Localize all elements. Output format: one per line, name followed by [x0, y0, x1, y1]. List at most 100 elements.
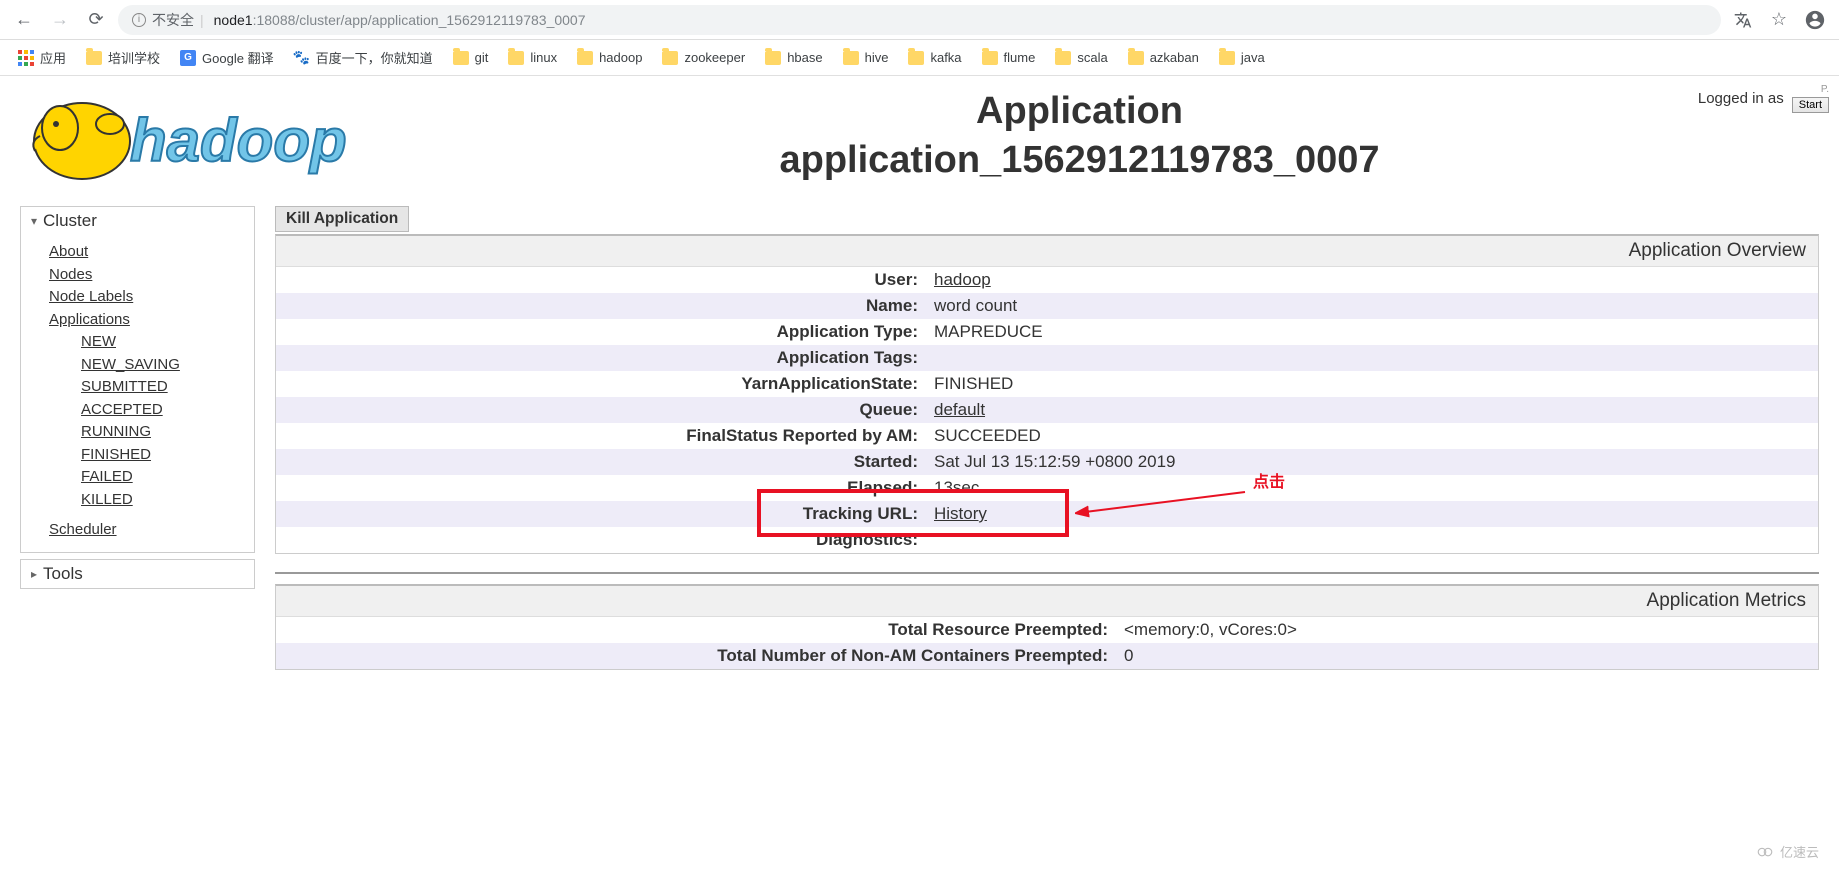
folder-icon — [982, 51, 998, 65]
url-bar[interactable]: i 不安全 | node1:18088/cluster/app/applicat… — [118, 5, 1721, 35]
sidebar-link-scheduler[interactable]: Scheduler — [49, 519, 254, 542]
overview-row: Application Tags: — [276, 345, 1818, 371]
sidebar-state-failed[interactable]: FAILED — [49, 466, 254, 489]
browser-toolbar: ← → ⟳ i 不安全 | node1:18088/cluster/app/ap… — [0, 0, 1839, 40]
overview-link[interactable]: History — [934, 504, 987, 523]
metrics-table: Total Resource Preempted:<memory:0, vCor… — [276, 617, 1818, 669]
reload-button[interactable]: ⟳ — [82, 6, 110, 34]
sidebar-link-nodes[interactable]: Nodes — [49, 264, 254, 287]
folder-icon — [577, 51, 593, 65]
overview-row: Tracking URL: History — [276, 501, 1818, 527]
sidebar-link-applications[interactable]: Applications — [49, 309, 254, 332]
overview-row: YarnApplicationState:FINISHED — [276, 371, 1818, 397]
sidebar-section-cluster: Cluster About Nodes Node Labels Applicat… — [20, 206, 255, 553]
metrics-label: Total Number of Non-AM Containers Preemp… — [276, 643, 1116, 669]
overview-value: MAPREDUCE — [926, 319, 1818, 345]
translate-icon: G — [180, 50, 196, 66]
bookmark-item-2[interactable]: 🐾百度一下，你就知道 — [286, 44, 441, 71]
overview-label: Elapsed: — [276, 475, 926, 501]
overview-value: word count — [926, 293, 1818, 319]
page-title: Application application_1562912119783_00… — [440, 87, 1819, 186]
overview-label: Application Type: — [276, 319, 926, 345]
sidebar-state-newsaving[interactable]: NEW_SAVING — [49, 354, 254, 377]
bookmark-apps[interactable]: 应用 — [10, 44, 74, 71]
bookmark-item-3[interactable]: git — [445, 46, 497, 69]
folder-icon — [843, 51, 859, 65]
folder-icon — [908, 51, 924, 65]
folder-icon — [1128, 51, 1144, 65]
bookmark-item-10[interactable]: flume — [974, 46, 1044, 69]
overview-value: SUCCEEDED — [926, 423, 1818, 449]
folder-icon — [453, 51, 469, 65]
folder-icon — [86, 51, 102, 65]
bookmark-item-6[interactable]: zookeeper — [654, 46, 753, 69]
sidebar-link-about[interactable]: About — [49, 241, 254, 264]
overview-value: History — [926, 501, 1818, 527]
hadoop-logo: hadoop — [20, 86, 400, 186]
bookmark-item-9[interactable]: kafka — [900, 46, 969, 69]
forward-button[interactable]: → — [46, 6, 74, 34]
overview-value: Sat Jul 13 15:12:59 +0800 2019 — [926, 449, 1818, 475]
bookmark-item-13[interactable]: java — [1211, 46, 1273, 69]
sidebar-state-finished[interactable]: FINISHED — [49, 444, 254, 467]
sidebar-section-tools: Tools — [20, 559, 255, 589]
overview-label: Tracking URL: — [276, 501, 926, 527]
bookmark-item-1[interactable]: GGoogle 翻译 — [172, 44, 282, 71]
overview-value: 13sec — [926, 475, 1818, 501]
sidebar-header-cluster[interactable]: Cluster — [21, 207, 254, 235]
kill-application-button[interactable]: Kill Application — [275, 206, 409, 232]
folder-icon — [1219, 51, 1235, 65]
overview-link[interactable]: hadoop — [934, 270, 991, 289]
bookmark-item-7[interactable]: hbase — [757, 46, 830, 69]
metrics-label: Total Resource Preempted: — [276, 617, 1116, 643]
overview-row: Diagnostics: — [276, 527, 1818, 553]
page-content: Logged in as P. Start hadoop Application… — [0, 76, 1839, 670]
overview-value — [926, 527, 1818, 553]
profile-icon[interactable] — [1801, 6, 1829, 34]
logged-in-label: Logged in as P. Start — [1698, 84, 1829, 113]
overview-row: User:hadoop — [276, 267, 1818, 293]
sidebar-state-killed[interactable]: KILLED — [49, 489, 254, 512]
main-content: Kill Application Application Overview Us… — [275, 206, 1819, 670]
star-icon[interactable]: ☆ — [1765, 6, 1793, 34]
folder-icon — [662, 51, 678, 65]
sidebar-header-tools[interactable]: Tools — [21, 560, 254, 588]
overview-table: User:hadoopName:word countApplication Ty… — [276, 267, 1818, 553]
sidebar-state-new[interactable]: NEW — [49, 331, 254, 354]
sidebar-state-running[interactable]: RUNNING — [49, 421, 254, 444]
metrics-value: <memory:0, vCores:0> — [1116, 617, 1818, 643]
metrics-row: Total Resource Preempted:<memory:0, vCor… — [276, 617, 1818, 643]
sidebar-state-accepted[interactable]: ACCEPTED — [49, 399, 254, 422]
translate-icon[interactable] — [1729, 6, 1757, 34]
insecure-label: 不安全 — [152, 10, 194, 30]
metrics-title: Application Metrics — [276, 586, 1818, 617]
overview-label: Queue: — [276, 397, 926, 423]
overview-value: default — [926, 397, 1818, 423]
start-button[interactable]: Start — [1792, 97, 1829, 113]
overview-label: Diagnostics: — [276, 527, 926, 553]
overview-row: Queue: default — [276, 397, 1818, 423]
info-icon: i — [132, 13, 146, 27]
bookmark-item-4[interactable]: linux — [500, 46, 565, 69]
back-button[interactable]: ← — [10, 6, 38, 34]
watermark: 亿速云 — [1756, 842, 1819, 861]
overview-label: Name: — [276, 293, 926, 319]
overview-row: Elapsed:13sec — [276, 475, 1818, 501]
overview-link[interactable]: default — [934, 400, 985, 419]
overview-row: Application Type:MAPREDUCE — [276, 319, 1818, 345]
overview-row: Name:word count — [276, 293, 1818, 319]
bookmark-item-0[interactable]: 培训学校 — [78, 44, 168, 71]
overview-title: Application Overview — [276, 236, 1818, 267]
folder-icon — [508, 51, 524, 65]
overview-label: Application Tags: — [276, 345, 926, 371]
sidebar-state-submitted[interactable]: SUBMITTED — [49, 376, 254, 399]
bookmark-item-5[interactable]: hadoop — [569, 46, 650, 69]
bookmark-item-8[interactable]: hive — [835, 46, 897, 69]
bookmark-item-11[interactable]: scala — [1047, 46, 1115, 69]
apps-icon — [18, 50, 34, 66]
metrics-row: Total Number of Non-AM Containers Preemp… — [276, 643, 1818, 669]
bookmark-item-12[interactable]: azkaban — [1120, 46, 1207, 69]
separator — [275, 572, 1819, 574]
sidebar-link-nodelabels[interactable]: Node Labels — [49, 286, 254, 309]
overview-value — [926, 345, 1818, 371]
